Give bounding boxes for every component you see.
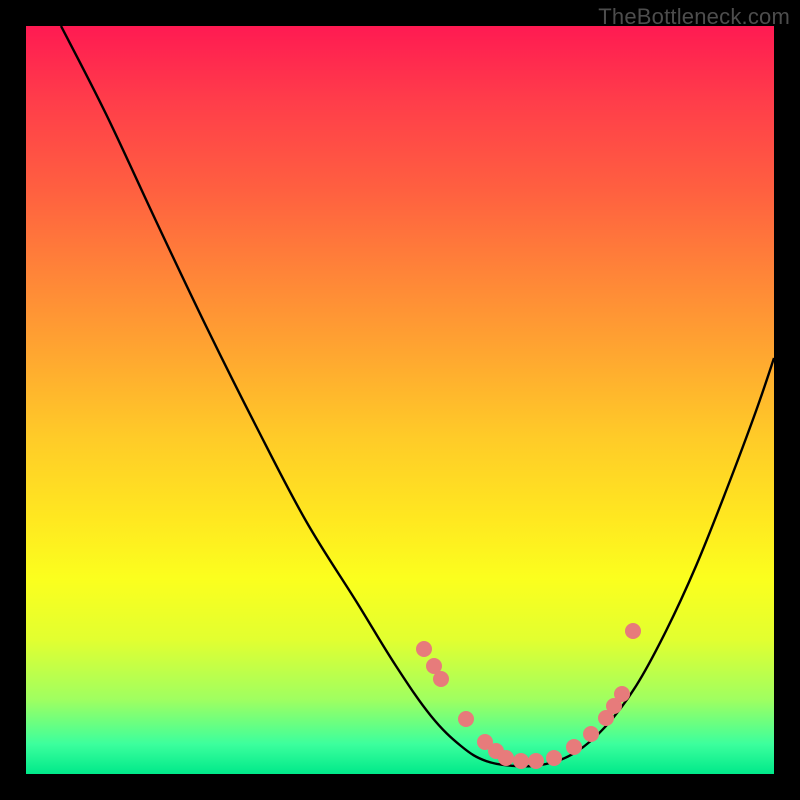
data-dot [566,739,582,755]
data-dot [433,671,449,687]
data-dots [416,623,641,769]
data-dot [546,750,562,766]
data-dot [416,641,432,657]
data-dot [625,623,641,639]
bottleneck-curve-chart [26,26,774,774]
data-dot [498,750,514,766]
data-dot [528,753,544,769]
data-dot [614,686,630,702]
curve-line [61,26,774,766]
data-dot [458,711,474,727]
data-dot [583,726,599,742]
data-dot [513,753,529,769]
watermark-text: TheBottleneck.com [598,4,790,30]
chart-area [26,26,774,774]
